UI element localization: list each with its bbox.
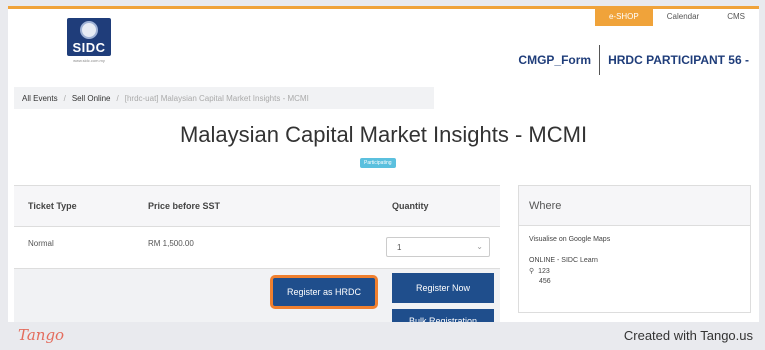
top-nav: e-SHOP Calendar CMS <box>594 9 759 26</box>
register-now-button[interactable]: Register Now <box>392 273 494 303</box>
logo-url: www.sidc.com.my <box>73 58 105 63</box>
chevron-down-icon: ⌄ <box>476 242 483 251</box>
breadcrumb: All Events / Sell Online / [hrdc-uat] Ma… <box>14 87 434 109</box>
tango-credit: Created with Tango.us <box>623 328 753 343</box>
nav-calendar[interactable]: Calendar <box>653 9 713 26</box>
map-pin-icon: ⚲ <box>529 268 535 275</box>
ticket-price-cell: RM 1,500.00 <box>148 239 194 248</box>
where-heading: Where <box>519 186 750 226</box>
quantity-select[interactable]: 1 ⌄ <box>386 237 490 257</box>
column-price: Price before SST <box>148 201 221 211</box>
browser-page: SIDC www.sidc.com.my e-SHOP Calendar CMS… <box>8 6 759 322</box>
quantity-value: 1 <box>397 243 402 252</box>
breadcrumb-separator: / <box>63 93 66 103</box>
nav-eshop[interactable]: e-SHOP <box>594 9 653 26</box>
breadcrumb-current: [hrdc-uat] Malaysian Capital Market Insi… <box>124 93 309 103</box>
breadcrumb-separator: / <box>116 93 119 103</box>
user-menu[interactable]: HRDC PARTICIPANT 56 - <box>608 53 749 67</box>
page-title: Malaysian Capital Market Insights - MCMI <box>179 122 588 147</box>
where-panel: Where Visualise on Google Maps ONLINE - … <box>518 185 751 313</box>
tango-logo: Tango <box>18 326 65 344</box>
column-quantity: Quantity <box>392 201 429 211</box>
ticket-table: Ticket Type Price before SST Quantity No… <box>14 185 500 322</box>
bulk-registration-button[interactable]: Bulk Registration <box>392 309 494 322</box>
nav-cms[interactable]: CMS <box>713 9 759 26</box>
breadcrumb-all-events[interactable]: All Events <box>22 94 58 103</box>
globe-icon <box>80 21 98 39</box>
site-header: SIDC www.sidc.com.my e-SHOP Calendar CMS… <box>8 9 759 79</box>
table-row: Normal RM 1,500.00 1 ⌄ <box>14 227 500 269</box>
where-body: Visualise on Google Maps ONLINE - SIDC L… <box>519 226 750 295</box>
sidc-logo[interactable]: SIDC www.sidc.com.my <box>63 18 115 66</box>
address-line-1: 123 <box>538 268 550 275</box>
location-name: ONLINE - SIDC Learn <box>529 257 598 264</box>
ticket-type-cell: Normal <box>28 239 54 248</box>
breadcrumb-sell-online[interactable]: Sell Online <box>72 94 111 103</box>
status-badge: Participating <box>360 158 396 168</box>
address-line: ⚲ 123 <box>529 267 740 275</box>
user-area: CMGP_Form HRDC PARTICIPANT 56 - <box>518 45 749 75</box>
header-divider <box>599 45 601 75</box>
cmgp-form-link[interactable]: CMGP_Form <box>518 53 591 67</box>
tango-footer: Tango Created with Tango.us <box>0 322 765 350</box>
table-header: Ticket Type Price before SST Quantity <box>14 185 500 227</box>
address-line-2: 456 <box>539 278 551 285</box>
logo-mark: SIDC <box>67 18 111 56</box>
logo-text: SIDC <box>72 40 106 55</box>
column-ticket-type: Ticket Type <box>28 201 77 211</box>
register-hrdc-button[interactable]: Register as HRDC <box>270 275 378 309</box>
google-maps-link[interactable]: Visualise on Google Maps <box>529 236 740 243</box>
